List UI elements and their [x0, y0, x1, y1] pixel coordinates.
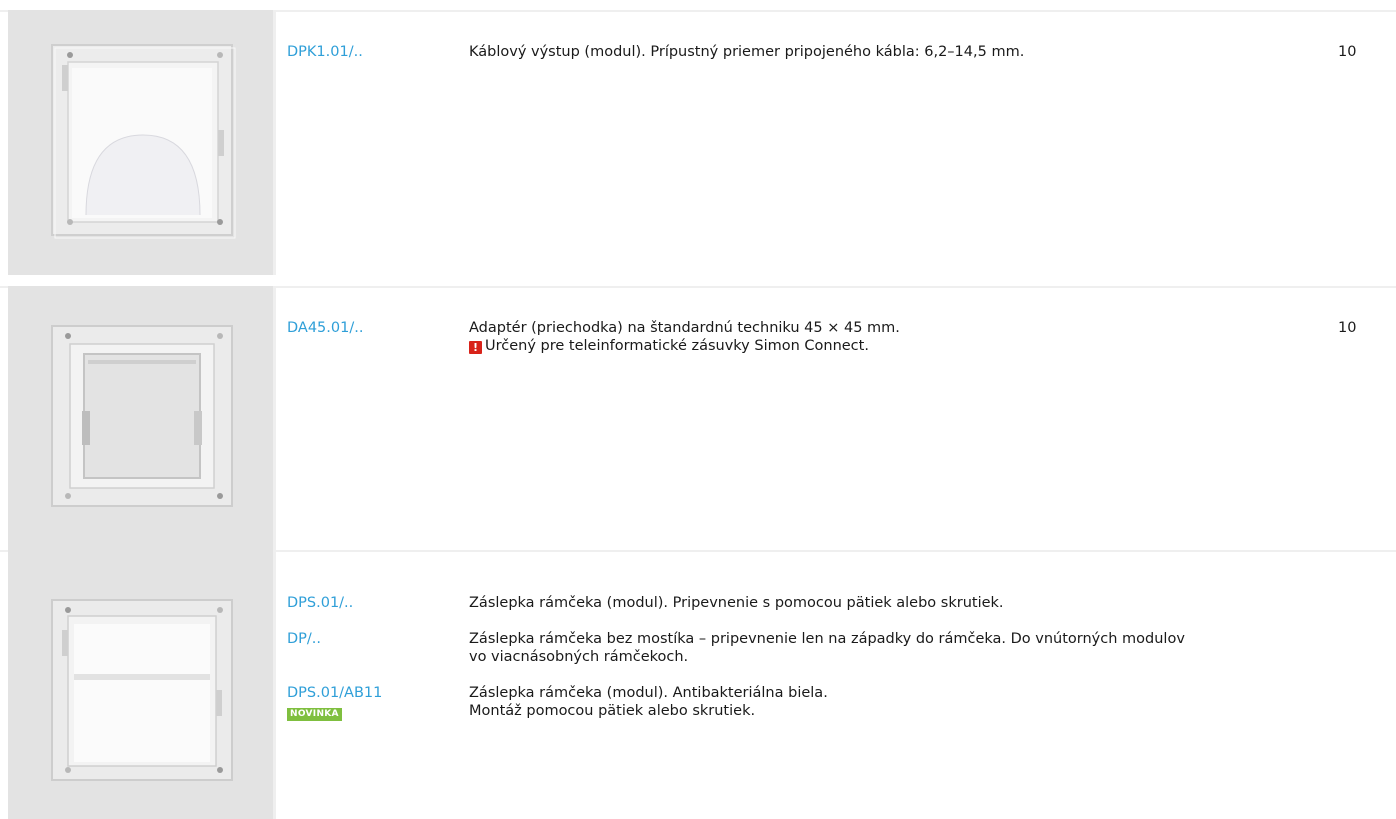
product-description-block: Záslepka rámčeka (modul). Antibakteriáln… — [469, 684, 1349, 720]
product-code-link[interactable]: DP/.. — [287, 630, 321, 648]
product-description-line: Záslepka rámčeka bez mostíka – pripevnen… — [469, 631, 1185, 647]
product-code-block: DPS.01/AB11 NOVINKA — [287, 684, 382, 721]
product-description-block: Adaptér (priechodka) na štandardnú techn… — [469, 319, 1349, 355]
product-row: DA45.01/.. Adaptér (priechodka) na štand… — [0, 286, 1396, 551]
product-code-link[interactable]: DPS.01/.. — [287, 594, 353, 612]
product-code-link[interactable]: DA45.01/.. — [287, 319, 363, 337]
product-description-line: vo viacnásobných rámčekoch. — [469, 649, 689, 665]
product-row: DPS.01/.. Záslepka rámčeka (modul). Prip… — [0, 550, 1396, 819]
product-description: Káblový výstup (modul). Prípustný prieme… — [469, 44, 1025, 60]
product-description-line: Montáž pomocou pätiek alebo skrutiek. — [469, 703, 756, 719]
product-row: DPK1.01/.. Káblový výstup (modul). Prípu… — [0, 10, 1396, 275]
product-description-block: Záslepka rámčeka bez mostíka – pripevnen… — [469, 630, 1349, 666]
package-quantity: 10 — [1338, 320, 1357, 336]
blank-plate-module-image — [8, 550, 273, 819]
product-description-line: Záslepka rámčeka (modul). Antibakteriáln… — [469, 685, 828, 701]
product-code-link[interactable]: DPK1.01/.. — [287, 43, 363, 61]
row-divider-vertical — [273, 550, 276, 819]
product-image — [8, 10, 273, 275]
product-image — [8, 286, 273, 551]
package-quantity: 10 — [1338, 44, 1357, 60]
product-description: Adaptér (priechodka) na štandardnú techn… — [469, 320, 900, 336]
note-text: Určený pre teleinformatické zásuvky Simo… — [485, 338, 869, 354]
cable-outlet-module-image — [8, 10, 273, 275]
product-image — [8, 550, 273, 819]
exclamation-warning-icon: ! — [469, 341, 482, 354]
adapter-frame-image — [8, 286, 273, 551]
product-code-link[interactable]: DPS.01/AB11 — [287, 684, 382, 702]
row-divider-vertical — [273, 10, 276, 275]
row-divider-vertical — [273, 286, 276, 551]
new-badge: NOVINKA — [287, 708, 342, 721]
product-description: Záslepka rámčeka (modul). Pripevnenie s … — [469, 595, 1004, 611]
product-note: ! Určený pre teleinformatické zásuvky Sim… — [469, 337, 1349, 355]
